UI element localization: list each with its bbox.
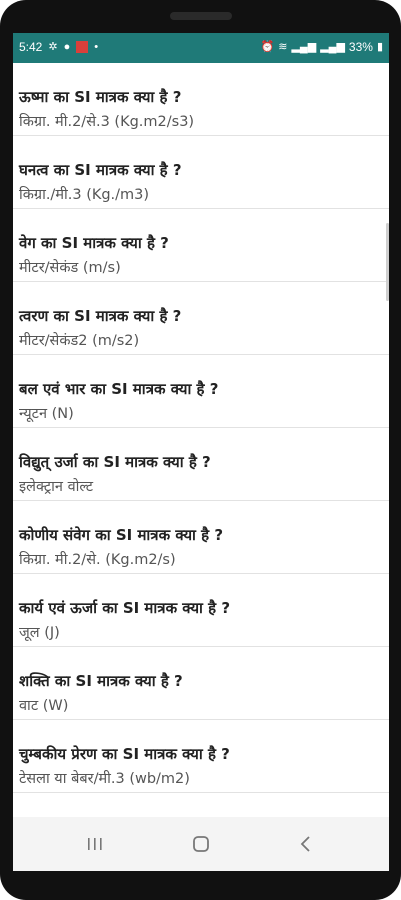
answer-text: किग्रा./मी.3 (Kg./m3) <box>19 187 150 203</box>
home-icon <box>193 836 209 852</box>
question-text: कोणीय संवेग का SI मात्रक क्या है ? <box>19 526 224 544</box>
list-item[interactable]: ऊष्मा का SI मात्रक क्या है ? किग्रा. मी.… <box>13 63 389 136</box>
navigation-bar <box>13 817 389 871</box>
qa-list[interactable]: ऊष्मा का SI मात्रक क्या है ? किग्रा. मी.… <box>13 63 389 817</box>
recents-button[interactable] <box>80 831 110 857</box>
signal-1-icon: ▂▄▆ <box>291 41 317 53</box>
home-button[interactable] <box>186 831 216 857</box>
scrollbar[interactable] <box>386 223 389 301</box>
more-notifications-dot-icon: • <box>94 41 99 53</box>
battery-percent: 33% <box>348 40 373 54</box>
question-text: वेग का SI मात्रक क्या है ? <box>19 234 169 252</box>
chat-notification-icon: ● <box>63 41 71 53</box>
answer-text: वाट (W) <box>19 698 69 714</box>
list-item[interactable]: शक्ति का SI मात्रक क्या है ? वाट (W) <box>13 647 389 720</box>
status-bar: 5:42 ✲ ● • ⏰ ≋ ▂▄▆ ▂▄▆ 33% ▮ <box>13 33 389 63</box>
answer-text: टेसला या बेबर/मी.3 (wb/m2) <box>19 771 190 787</box>
wifi-icon: ≋ <box>278 41 288 53</box>
list-item[interactable]: घनत्व का SI मात्रक क्या है ? किग्रा./मी.… <box>13 136 389 209</box>
list-item[interactable]: त्वरण का SI मात्रक क्या है ? मीटर/सेकंड2… <box>13 282 389 355</box>
back-button[interactable] <box>291 831 321 857</box>
settings-notification-icon: ✲ <box>48 41 58 53</box>
answer-text: किग्रा. मी.2/से.3 (Kg.m2/s3) <box>19 114 195 130</box>
answer-text: इलेक्ट्रान वोल्ट <box>19 479 94 495</box>
battery-icon: ▮ <box>376 41 383 53</box>
question-text: शक्ति का SI मात्रक क्या है ? <box>19 672 183 690</box>
list-item[interactable]: कोणीय संवेग का SI मात्रक क्या है ? किग्र… <box>13 501 389 574</box>
answer-text: जूल (J) <box>19 625 60 641</box>
speaker-grille <box>170 12 232 20</box>
question-text: कार्य एवं ऊर्जा का SI मात्रक क्या है ? <box>19 599 231 617</box>
question-text: चुम्बकीय प्रेरण का SI मात्रक क्या है ? <box>19 745 230 763</box>
phone-frame: 5:42 ✲ ● • ⏰ ≋ ▂▄▆ ▂▄▆ 33% ▮ ऊष्मा का SI… <box>0 0 401 900</box>
list-item[interactable]: कार्य एवं ऊर्जा का SI मात्रक क्या है ? ज… <box>13 574 389 647</box>
recents-icon <box>88 838 102 850</box>
back-icon <box>300 836 310 852</box>
list-item[interactable]: चुम्बकीय प्रेरण का SI मात्रक क्या है ? ट… <box>13 720 389 793</box>
list-item[interactable]: वेग का SI मात्रक क्या है ? मीटर/सेकंड (m… <box>13 209 389 282</box>
question-text: ऊष्मा का SI मात्रक क्या है ? <box>19 88 182 106</box>
status-right: ⏰ ≋ ▂▄▆ ▂▄▆ 33% ▮ <box>261 40 383 54</box>
screen: 5:42 ✲ ● • ⏰ ≋ ▂▄▆ ▂▄▆ 33% ▮ ऊष्मा का SI… <box>13 33 389 871</box>
list-item[interactable]: विद्युत् उर्जा का SI मात्रक क्या है ? इल… <box>13 428 389 501</box>
alarm-icon: ⏰ <box>260 41 275 53</box>
question-text: बल एवं भार का SI मात्रक क्या है ? <box>19 380 219 398</box>
signal-2-icon: ▂▄▆ <box>320 41 345 53</box>
list-item[interactable]: बल एवं भार का SI मात्रक क्या है ? न्यूटन… <box>13 355 389 428</box>
answer-text: न्यूटन (N) <box>19 406 74 422</box>
answer-text: मीटर/सेकंड (m/s) <box>19 260 121 276</box>
question-text: घनत्व का SI मात्रक क्या है ? <box>19 161 182 179</box>
answer-text: किग्रा. मी.2/से. (Kg.m2/s) <box>19 552 176 568</box>
question-text: विद्युत् उर्जा का SI मात्रक क्या है ? <box>19 453 211 471</box>
answer-text: मीटर/सेकंड2 (m/s2) <box>19 333 140 349</box>
status-left: 5:42 ✲ ● • <box>19 40 98 54</box>
question-text: त्वरण का SI मात्रक क्या है ? <box>19 307 182 325</box>
app-notification-icon <box>76 41 89 53</box>
status-time: 5:42 <box>19 40 43 54</box>
